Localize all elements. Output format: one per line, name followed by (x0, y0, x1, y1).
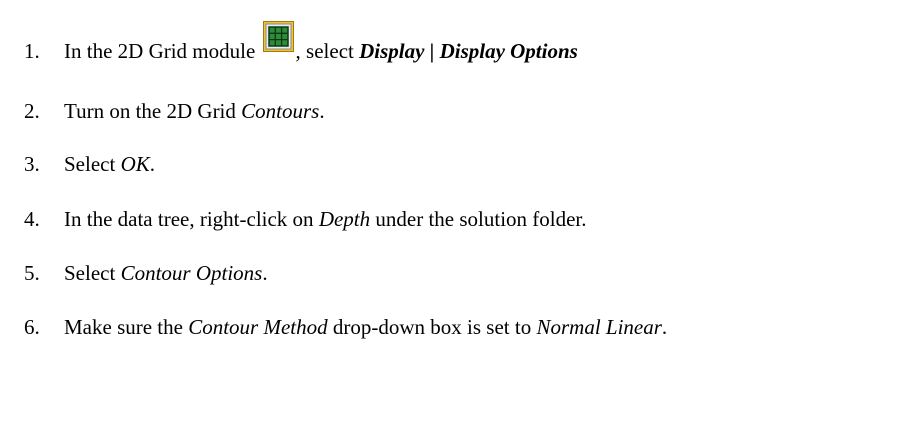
term-contour-method: Contour Method (188, 315, 328, 339)
step-number: 6. (24, 315, 40, 339)
step-number: 1. (24, 39, 40, 63)
term-contours: Contours (241, 99, 320, 123)
menu-display: Display (359, 39, 425, 63)
step-2: 2. Turn on the 2D Grid Contours. (24, 97, 886, 125)
term-depth: Depth (318, 207, 371, 231)
term-contour-options: Contour Options (120, 261, 263, 285)
step-text: Select OK. (64, 152, 155, 176)
menu-display-options: Display Options (439, 39, 578, 63)
step-number: 4. (24, 207, 40, 231)
step-text: Make sure the Contour Method drop-down b… (64, 315, 668, 339)
step-number: 3. (24, 152, 40, 176)
term-normal-linear: Normal Linear (536, 315, 662, 339)
step-number: 5. (24, 261, 40, 285)
step-text: Select Contour Options. (64, 261, 268, 285)
step-3: 3. Select OK. (24, 150, 886, 178)
step-5: 5. Select Contour Options. (24, 259, 886, 287)
step-1: 1. In the 2D Grid module , select Display… (24, 21, 886, 65)
step-text: In the 2D Grid module , select Display |… (64, 21, 578, 63)
2d-grid-module-icon (262, 21, 294, 52)
term-ok: OK (120, 152, 150, 176)
step-text: In the data tree, right-click on Depth u… (64, 207, 587, 231)
step-number: 2. (24, 99, 40, 123)
step-6: 6. Make sure the Contour Method drop-dow… (24, 313, 886, 373)
step-4: 4. In the data tree, right-click on Depth… (24, 205, 886, 233)
menu-separator: | (424, 39, 440, 63)
step-text: Turn on the 2D Grid Contours. (64, 99, 325, 123)
